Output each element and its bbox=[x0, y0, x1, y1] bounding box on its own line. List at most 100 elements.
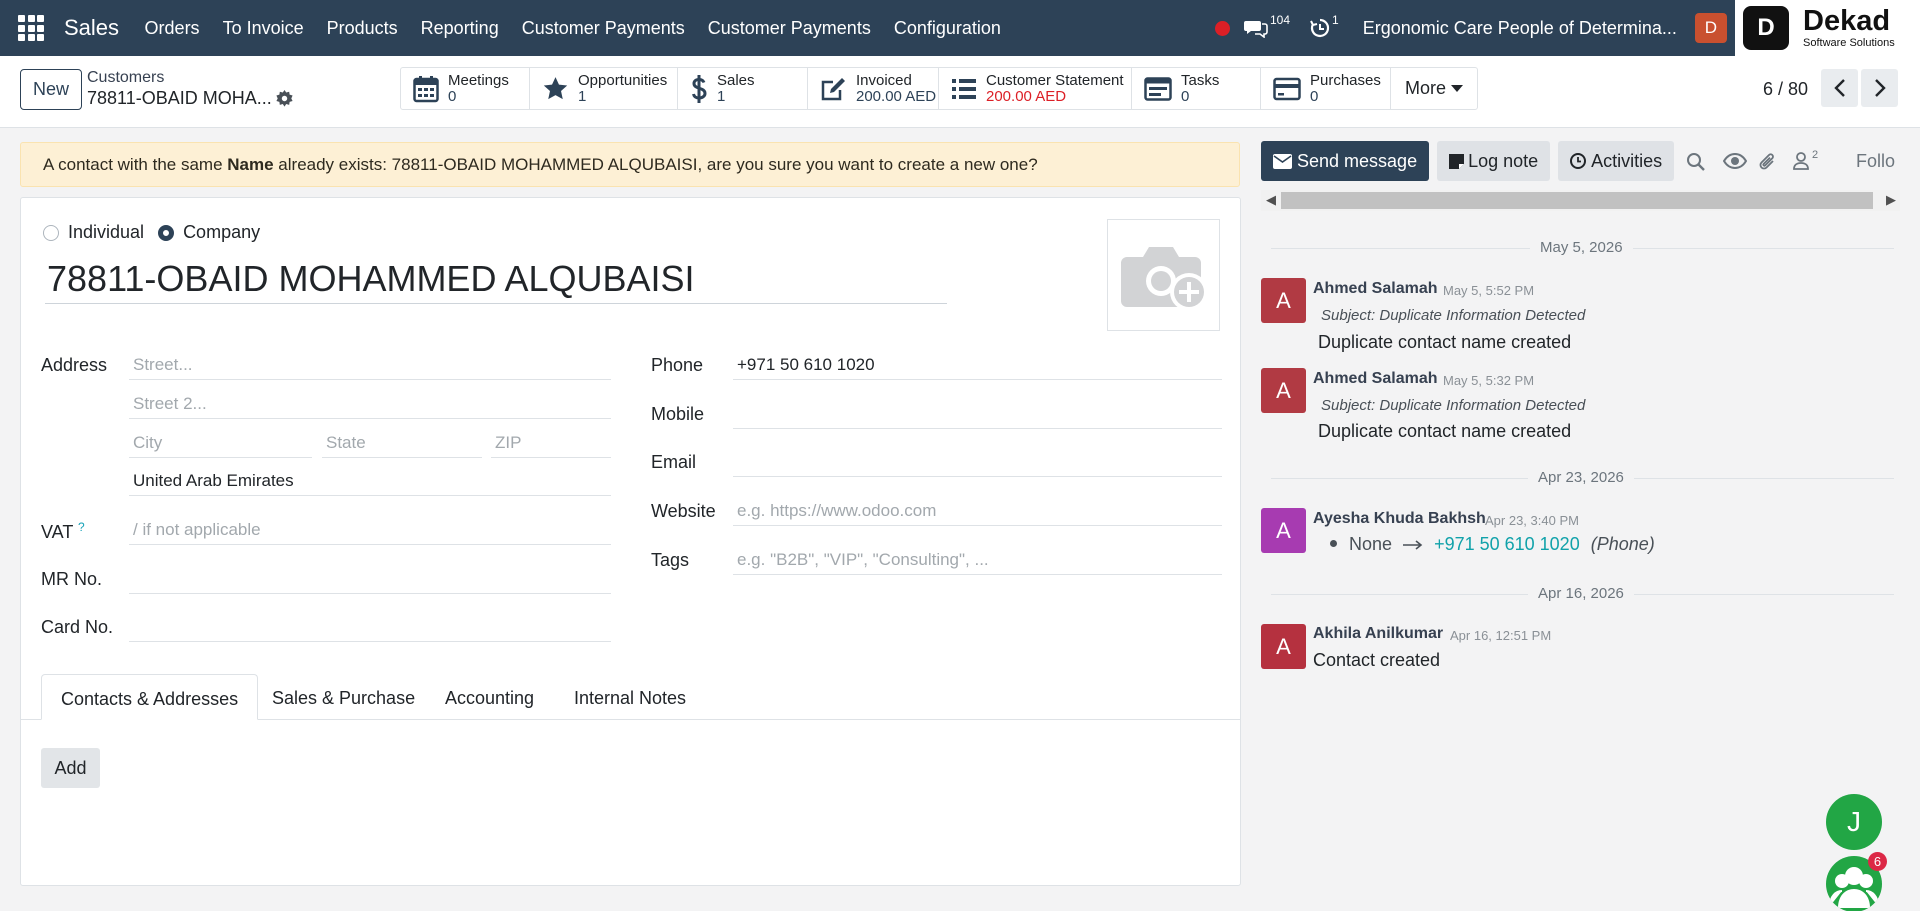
chevron-left-icon bbox=[1833, 79, 1845, 97]
logo-text: Dekad Software Solutions bbox=[1803, 7, 1895, 49]
stat-value: 0 bbox=[448, 87, 457, 105]
vat-input[interactable]: / if not applicable bbox=[129, 520, 611, 545]
tab-accounting[interactable]: Accounting bbox=[445, 674, 534, 720]
website-input[interactable]: e.g. https://www.odoo.com bbox=[733, 501, 1222, 526]
menu-customer-payments-2[interactable]: Customer Payments bbox=[708, 18, 871, 39]
stat-button-invoiced[interactable]: Invoiced 200.00 AED bbox=[808, 68, 939, 109]
stat-button-purchases[interactable]: Purchases 0 bbox=[1261, 68, 1391, 109]
radio-individual-label[interactable]: Individual bbox=[68, 222, 144, 243]
user-avatar[interactable]: D bbox=[1694, 13, 1727, 43]
stat-label: Opportunities bbox=[578, 71, 668, 89]
avatar[interactable]: A bbox=[1261, 624, 1306, 669]
scroll-left-arrow-icon[interactable]: ◀ bbox=[1266, 192, 1276, 208]
status-dot-icon[interactable] bbox=[1215, 20, 1230, 36]
search-icon[interactable] bbox=[1686, 152, 1705, 176]
chatter-topbar: Send message Log note Activities bbox=[1261, 141, 1682, 181]
image-upload[interactable] bbox=[1107, 219, 1220, 331]
new-button[interactable]: New bbox=[20, 69, 82, 110]
stat-label: Invoiced bbox=[856, 71, 912, 89]
form-sheet: Individual Company 78811-OBAID MOHAMMED … bbox=[20, 197, 1241, 886]
email-input[interactable] bbox=[733, 452, 1222, 477]
stat-button-opportunities[interactable]: Opportunities 1 bbox=[530, 68, 678, 109]
city-input[interactable]: City bbox=[129, 433, 312, 458]
tab-sales-purchase[interactable]: Sales & Purchase bbox=[272, 674, 415, 720]
messages-count: 104 bbox=[1270, 13, 1291, 27]
menu-customer-payments[interactable]: Customer Payments bbox=[522, 18, 685, 39]
paperclip-icon[interactable] bbox=[1759, 152, 1777, 177]
stat-button-tasks[interactable]: Tasks 0 bbox=[1132, 68, 1261, 109]
menu-configuration[interactable]: Configuration bbox=[894, 18, 1001, 39]
menu-orders[interactable]: Orders bbox=[145, 18, 200, 39]
more-button[interactable]: More bbox=[1391, 68, 1477, 109]
scrollbar-thumb[interactable] bbox=[1281, 192, 1873, 209]
activities-button[interactable]: Activities bbox=[1558, 141, 1675, 181]
follow-button[interactable]: Follo bbox=[1856, 151, 1895, 172]
phone-input[interactable]: +971 50 610 1020 bbox=[733, 355, 1222, 380]
send-message-button[interactable]: Send message bbox=[1261, 141, 1430, 181]
stat-label: Purchases bbox=[1310, 71, 1381, 89]
vat-help-icon[interactable]: ? bbox=[78, 520, 85, 534]
smart-buttons: Meetings 0 Opportunities 1 Sales 1 Invoiced… bbox=[400, 67, 1479, 110]
arrow-right-icon bbox=[1403, 540, 1423, 550]
log-note-button[interactable]: Log note bbox=[1437, 141, 1551, 181]
message-date: Apr 23, 3:40 PM bbox=[1485, 513, 1579, 528]
message-author[interactable]: Akhila Anilkumar bbox=[1313, 625, 1443, 643]
state-input[interactable]: State bbox=[322, 433, 482, 458]
stat-button-sales[interactable]: Sales 1 bbox=[678, 68, 808, 109]
tab-contacts-addresses[interactable]: Contacts & Addresses bbox=[41, 674, 259, 720]
activity-menu[interactable]: 1 bbox=[1310, 13, 1339, 38]
stat-button-meetings[interactable]: Meetings 0 bbox=[401, 68, 530, 109]
app-menu-grid-icon[interactable] bbox=[16, 13, 46, 43]
eye-icon[interactable] bbox=[1722, 152, 1748, 175]
main-menu: Orders To Invoice Products Reporting Cus… bbox=[133, 18, 1012, 39]
message-author[interactable]: Ayesha Khuda Bakhsh bbox=[1313, 510, 1486, 528]
company-switcher[interactable]: Ergonomic Care People of Determina... bbox=[1363, 18, 1677, 39]
message-date: Apr 16, 12:51 PM bbox=[1450, 628, 1552, 643]
avatar[interactable]: A bbox=[1261, 368, 1306, 413]
card-no-input[interactable] bbox=[129, 617, 611, 642]
stat-button-customer-statement[interactable]: Customer Statement 200.00 AED bbox=[939, 68, 1132, 109]
country-select[interactable]: United Arab Emirates bbox=[129, 471, 611, 496]
gear-icon[interactable] bbox=[276, 90, 293, 112]
tags-input[interactable]: e.g. "B2B", "VIP", "Consulting", ... bbox=[733, 550, 1222, 575]
avatar[interactable]: A bbox=[1261, 508, 1306, 553]
partner-name-input[interactable]: 78811-OBAID MOHAMMED ALQUBAISI bbox=[45, 258, 947, 304]
radio-company-label[interactable]: Company bbox=[183, 222, 260, 243]
radio-individual[interactable] bbox=[43, 224, 59, 241]
star-icon bbox=[543, 76, 568, 99]
card-no-label: Card No. bbox=[41, 617, 114, 637]
floating-avatar-j-button[interactable]: J bbox=[1826, 794, 1882, 850]
mobile-input[interactable] bbox=[733, 404, 1222, 429]
dollar-icon bbox=[692, 74, 707, 103]
company-type-selector: Individual Company bbox=[43, 222, 260, 243]
pager-previous-button[interactable] bbox=[1821, 69, 1858, 107]
pager-next-button[interactable] bbox=[1861, 69, 1898, 107]
date-separator: Apr 16, 2026 bbox=[1528, 585, 1634, 602]
message-author[interactable]: Ahmed Salamah bbox=[1313, 280, 1437, 298]
chat-bubbles-icon bbox=[1244, 21, 1268, 38]
mr-no-input[interactable] bbox=[129, 569, 611, 594]
send-message-label: Send message bbox=[1297, 150, 1418, 171]
app-name[interactable]: Sales bbox=[64, 15, 119, 41]
add-contact-button[interactable]: Add bbox=[41, 748, 100, 788]
street-input[interactable]: Street... bbox=[129, 355, 611, 380]
message-author[interactable]: Ahmed Salamah bbox=[1313, 370, 1437, 388]
tab-internal-notes[interactable]: Internal Notes bbox=[574, 674, 686, 720]
pager-value[interactable]: 6 / 80 bbox=[1763, 79, 1808, 100]
camera-plus-icon bbox=[1120, 247, 1208, 311]
vat-label: VAT ? bbox=[41, 520, 85, 543]
menu-products[interactable]: Products bbox=[327, 18, 398, 39]
zip-input[interactable]: ZIP bbox=[491, 433, 611, 458]
chatter-horizontal-scrollbar[interactable]: ◀ ▶ bbox=[1261, 190, 1900, 211]
messaging-menu[interactable]: 104 bbox=[1244, 13, 1290, 38]
street2-input[interactable]: Street 2... bbox=[129, 394, 611, 419]
scroll-right-arrow-icon[interactable]: ▶ bbox=[1886, 192, 1896, 208]
radio-company[interactable] bbox=[158, 224, 175, 241]
stat-label: Meetings bbox=[448, 71, 509, 89]
menu-reporting[interactable]: Reporting bbox=[421, 18, 499, 39]
followers-button[interactable]: 2 bbox=[1793, 149, 1818, 170]
breadcrumb-customers[interactable]: Customers bbox=[87, 69, 164, 87]
tasks-icon bbox=[1144, 76, 1172, 101]
avatar[interactable]: A bbox=[1261, 278, 1306, 323]
menu-to-invoice[interactable]: To Invoice bbox=[223, 18, 304, 39]
